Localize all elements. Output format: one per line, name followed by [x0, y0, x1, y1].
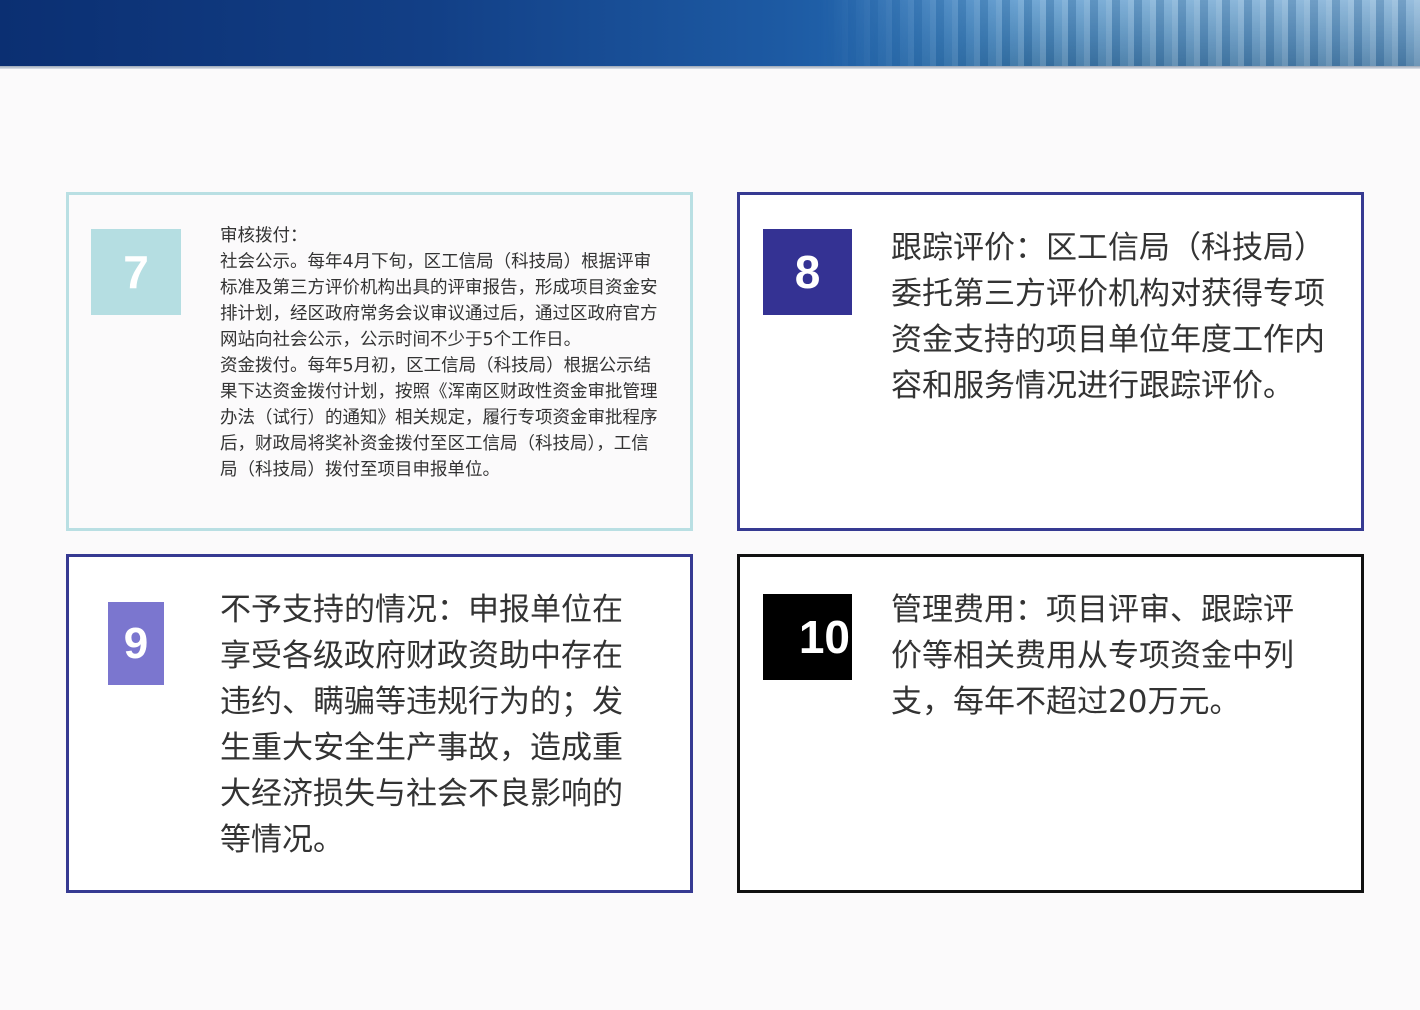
step-number-badge: 7 — [91, 229, 181, 315]
step-description: 管理费用：项目评审、跟踪评价等相关费用从专项资金中列支，每年不超过20万元。 — [891, 592, 1294, 720]
step-title: 审核拨付： — [220, 226, 308, 246]
step-number-badge: 9 — [108, 602, 164, 685]
step-card-7: 7 审核拨付： 社会公示。每年4月下旬，区工信局（科技局）根据评审标准及第三方评… — [66, 192, 693, 531]
step-description: 跟踪评价：区工信局（科技局）委托第三方评价机构对获得专项资金支持的项目单位年度工… — [891, 230, 1325, 404]
step-description: 不予支持的情况：申报单位在享受各级政府财政资助中存在违约、瞒骗等违规行为的；发生… — [220, 592, 623, 858]
step-paragraph: 社会公示。每年4月下旬，区工信局（科技局）根据评审标准及第三方评价机构出具的评审… — [220, 252, 658, 350]
step-paragraph: 资金拨付。每年5月初，区工信局（科技局）根据公示结果下达资金拨付计划，按照《浑南… — [220, 356, 658, 480]
step-number-badge: 10 — [763, 594, 852, 680]
step-card-10: 10 管理费用：项目评审、跟踪评价等相关费用从专项资金中列支，每年不超过20万元… — [737, 554, 1364, 893]
step-description: 审核拨付： 社会公示。每年4月下旬，区工信局（科技局）根据评审标准及第三方评价机… — [220, 223, 660, 483]
header-banner — [0, 0, 1420, 66]
header-divider — [0, 66, 1420, 69]
city-skyline-image — [820, 0, 1420, 66]
step-card-8: 8 跟踪评价：区工信局（科技局）委托第三方评价机构对获得专项资金支持的项目单位年… — [737, 192, 1364, 531]
step-card-9: 9 不予支持的情况：申报单位在享受各级政府财政资助中存在违约、瞒骗等违规行为的；… — [66, 554, 693, 893]
step-number-badge: 8 — [763, 229, 852, 315]
